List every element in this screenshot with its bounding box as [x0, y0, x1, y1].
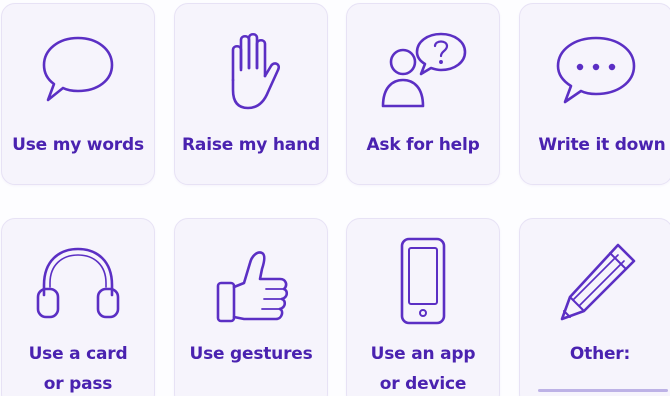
tablet-icon [347, 237, 499, 327]
card-label: Use my words [12, 135, 144, 155]
thumbs-up-icon [175, 243, 327, 327]
card-label: Use an app or device [347, 339, 499, 396]
write-in-line[interactable] [538, 389, 668, 392]
person-question-icon [347, 28, 499, 112]
raised-hand-icon [175, 30, 327, 114]
card-other[interactable]: Other: [519, 218, 670, 396]
headphones-icon [2, 243, 154, 323]
card-write-it-down[interactable]: Write it down [519, 3, 670, 185]
card-use-a-card-or-pass[interactable]: Use a card or pass [1, 218, 155, 396]
card-label-line: or pass [43, 374, 113, 394]
card-ask-for-help[interactable]: Ask for help [346, 3, 500, 185]
card-label: Use a card or pass [2, 339, 154, 396]
card-label: Ask for help [366, 135, 480, 155]
card-label: Raise my hand [182, 135, 320, 155]
card-label-line: Use an app [370, 344, 476, 364]
card-label: Other: [569, 344, 631, 364]
card-use-an-app-or-device[interactable]: Use an app or device [346, 218, 500, 396]
card-label-line: or device [379, 374, 467, 394]
card-use-my-words[interactable]: Use my words [1, 3, 155, 185]
card-raise-my-hand[interactable]: Raise my hand [174, 3, 328, 185]
pencil-icon [520, 237, 670, 329]
card-label: Write it down [538, 135, 666, 155]
card-use-gestures[interactable]: Use gestures [174, 218, 328, 396]
communication-choice-board: Use my words Raise my hand Ask for help [0, 0, 670, 396]
card-label-line: Use a card [28, 344, 128, 364]
speech-bubble-icon [2, 34, 154, 108]
card-label: Use gestures [189, 344, 313, 364]
ellipsis-bubble-icon [520, 34, 670, 108]
